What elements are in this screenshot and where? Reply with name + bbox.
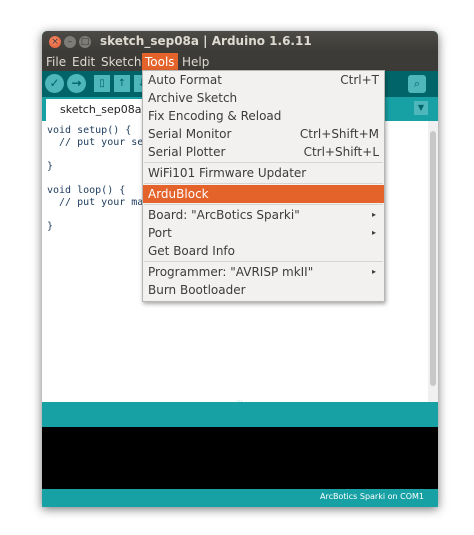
menu-separator [144,261,383,262]
menu-item-label: Burn Bootloader [148,283,246,297]
scrollbar-thumb[interactable] [430,131,436,386]
open-icon[interactable]: ↑ [114,75,130,92]
code-line: void loop() { [47,185,126,196]
menu-item-programmer[interactable]: Programmer: "AVRISP mkII" ▸ [143,263,384,281]
menu-separator [144,204,383,205]
code-line: } [47,161,54,172]
menu-item-serial-monitor[interactable]: Serial Monitor Ctrl+Shift+M [143,125,384,143]
menu-item-ardublock[interactable]: ArduBlock [143,185,384,203]
menu-separator [144,162,383,163]
code-line: // put your set [47,137,150,148]
status-bar: ArcBotics Sparki on COM1 [42,489,438,507]
menu-item-archive-sketch[interactable]: Archive Sketch [143,89,384,107]
menu-item-label: Board: "ArcBotics Sparki" [148,208,300,222]
submenu-arrow-icon: ▸ [371,267,376,276]
title-bar: × – □ sketch_sep08a | Arduino 1.6.11 [42,31,438,53]
menu-edit[interactable]: Edit [69,53,98,71]
menu-item-port[interactable]: Port ▸ [143,224,384,242]
menu-item-board[interactable]: Board: "ArcBotics Sparki" ▸ [143,206,384,224]
code-line: // put your mai [47,197,150,208]
menu-item-wifi101-updater[interactable]: WiFi101 Firmware Updater [143,164,384,182]
editor-scrollbar[interactable] [428,121,438,402]
verify-icon[interactable]: ✓ [45,74,64,93]
menu-file[interactable]: File [43,53,69,71]
menu-item-shortcut: Ctrl+Shift+M [299,127,379,141]
menu-tools[interactable]: Tools [142,53,178,71]
menu-bar: File Edit Sketch Tools Help [42,53,438,71]
menu-item-serial-plotter[interactable]: Serial Plotter Ctrl+Shift+L [143,143,384,161]
splitter-handle[interactable]: ⋯ [236,398,244,405]
menu-item-label: Serial Plotter [148,145,226,159]
menu-sketch[interactable]: Sketch [98,53,144,71]
menu-item-label: Auto Format [148,73,222,87]
menu-item-label: Port [148,226,172,240]
menu-item-label: ArduBlock [148,187,209,201]
menu-item-auto-format[interactable]: Auto Format Ctrl+T [143,71,384,89]
new-icon[interactable]: ▯ [94,75,110,92]
menu-separator [144,183,383,184]
menu-item-fix-encoding[interactable]: Fix Encoding & Reload [143,107,384,125]
tab-sketch[interactable]: sketch_sep08a [46,99,156,121]
serial-monitor-icon[interactable]: ⌕ [408,75,426,93]
minimize-icon[interactable]: – [64,36,76,48]
menu-item-shortcut: Ctrl+T [340,73,379,87]
submenu-arrow-icon: ▸ [371,210,376,219]
tools-menu-dropdown: Auto Format Ctrl+T Archive Sketch Fix En… [142,70,385,302]
menu-item-label: WiFi101 Firmware Updater [148,166,307,180]
menu-item-label: Fix Encoding & Reload [148,109,282,123]
code-line: } [47,221,54,232]
menu-item-burn-bootloader[interactable]: Burn Bootloader [143,281,384,299]
menu-item-label: Archive Sketch [148,91,238,105]
board-port-status: ArcBotics Sparki on COM1 [320,492,424,501]
menu-item-label: Programmer: "AVRISP mkII" [148,265,314,279]
tab-menu-icon[interactable]: ▼ [414,101,428,115]
window-title: sketch_sep08a | Arduino 1.6.11 [100,34,312,48]
console-output [42,427,438,489]
menu-item-label: Serial Monitor [148,127,232,141]
code-line: void setup() { [47,125,132,136]
submenu-arrow-icon: ▸ [371,228,376,237]
console-header: ⋯ [42,398,438,427]
menu-help[interactable]: Help [179,53,212,71]
upload-icon[interactable]: → [67,74,86,93]
menu-item-label: Get Board Info [148,244,235,258]
maximize-icon[interactable]: □ [79,36,91,48]
close-icon[interactable]: × [49,36,61,48]
menu-item-get-board-info[interactable]: Get Board Info [143,242,384,260]
menu-item-shortcut: Ctrl+Shift+L [303,145,379,159]
